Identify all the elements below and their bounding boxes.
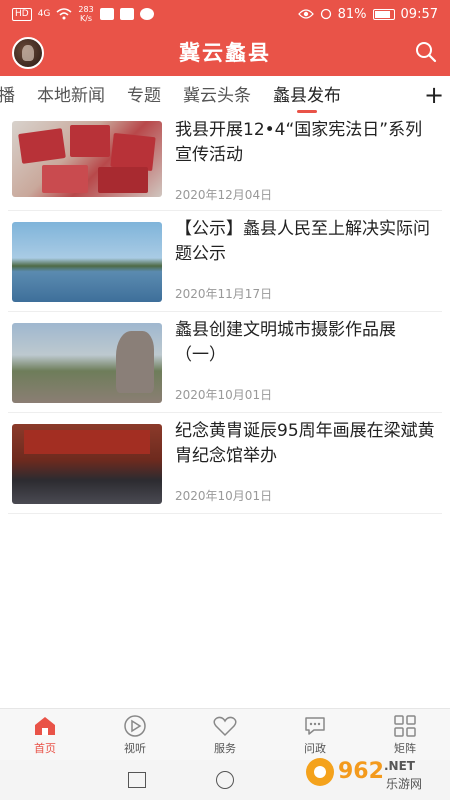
news-title: 我县开展12•4“国家宪法日”系列宣传活动 [175, 120, 423, 165]
nav-label: 视听 [124, 741, 146, 755]
news-date: 2020年10月01日 [175, 489, 273, 503]
news-title: 蠡县创建文明城市摄影作品展（一） [175, 320, 396, 365]
nav-home[interactable]: 首页 [0, 709, 90, 760]
speed-value: 283 [78, 5, 94, 14]
list-item[interactable]: 纪念黄胄诞辰95周年画展在梁斌黄胄纪念馆举办 2020年10月01日 [8, 413, 442, 514]
speed-unit: K/s [79, 14, 93, 23]
chat-icon [305, 716, 325, 735]
nav-label: 服务 [214, 741, 236, 755]
tab-bo[interactable]: 播 [0, 76, 15, 116]
nav-audiovisual[interactable]: 视听 [90, 709, 180, 760]
news-list: 我县开展12•4“国家宪法日”系列宣传活动 2020年12月04日 【公示】蠡县… [0, 118, 450, 514]
home-icon [35, 716, 55, 735]
clock: 09:57 [400, 6, 438, 22]
watermark-text: 乐游网 [386, 777, 422, 791]
tab-topics[interactable]: 专题 [127, 76, 161, 116]
alarm-icon [320, 8, 331, 20]
tab-lixian-release[interactable]: 蠡县发布 [273, 76, 341, 116]
news-title: 【公示】蠡县人民至上解决实际问题公示 [175, 219, 430, 264]
app-header: 冀云蠡县 [0, 28, 450, 76]
add-channel-icon[interactable]: + [424, 83, 444, 107]
list-item[interactable]: 蠡县创建文明城市摄影作品展（一） 2020年10月01日 [8, 312, 442, 413]
recent-apps-button[interactable] [128, 772, 146, 788]
grid-icon [394, 714, 416, 737]
eye-icon [297, 9, 314, 19]
notification-app-icon [139, 8, 154, 20]
app-screen: HD 4G 283 K/s 81% 09:57 冀云蠡县 播 本地新闻 专题 冀… [0, 0, 450, 800]
signal-label: 4G [37, 9, 51, 19]
news-date: 2020年10月01日 [175, 388, 273, 402]
news-date: 2020年12月04日 [175, 188, 273, 202]
news-title: 纪念黄胄诞辰95周年画展在梁斌黄胄纪念馆举办 [175, 421, 435, 466]
notification-app-icon [119, 8, 134, 20]
nav-label: 首页 [34, 741, 56, 755]
battery-icon [372, 8, 395, 20]
news-thumbnail [12, 323, 162, 403]
search-icon[interactable] [414, 40, 438, 64]
watermark-domain: .NET [384, 759, 416, 773]
avatar[interactable] [12, 37, 44, 69]
network-badge: HD [12, 7, 32, 21]
tab-local-news[interactable]: 本地新闻 [37, 76, 105, 116]
channel-tabs: 播 本地新闻 专题 冀云头条 蠡县发布 [0, 76, 450, 116]
home-button[interactable] [216, 771, 234, 789]
news-thumbnail [12, 222, 162, 302]
list-item[interactable]: 【公示】蠡县人民至上解决实际问题公示 2020年11月17日 [8, 211, 442, 312]
status-bar: HD 4G 283 K/s 81% 09:57 [0, 0, 450, 28]
heart-icon [213, 716, 237, 736]
news-thumbnail [12, 424, 162, 504]
site-watermark: 962 .NET 乐游网 [306, 758, 422, 791]
network-speed: 283 K/s [78, 5, 93, 23]
play-icon [124, 714, 146, 737]
nav-services[interactable]: 服务 [180, 709, 270, 760]
news-date: 2020年11月17日 [175, 287, 273, 301]
tab-headlines[interactable]: 冀云头条 [183, 76, 251, 116]
notification-app-icon [99, 8, 114, 20]
news-thumbnail [12, 121, 162, 197]
watermark-number: 962 [338, 759, 384, 784]
list-item[interactable]: 我县开展12•4“国家宪法日”系列宣传活动 2020年12月04日 [8, 118, 442, 211]
page-title: 冀云蠡县 [179, 41, 271, 65]
wifi-icon [56, 8, 72, 20]
battery-percent: 81% [337, 6, 367, 22]
